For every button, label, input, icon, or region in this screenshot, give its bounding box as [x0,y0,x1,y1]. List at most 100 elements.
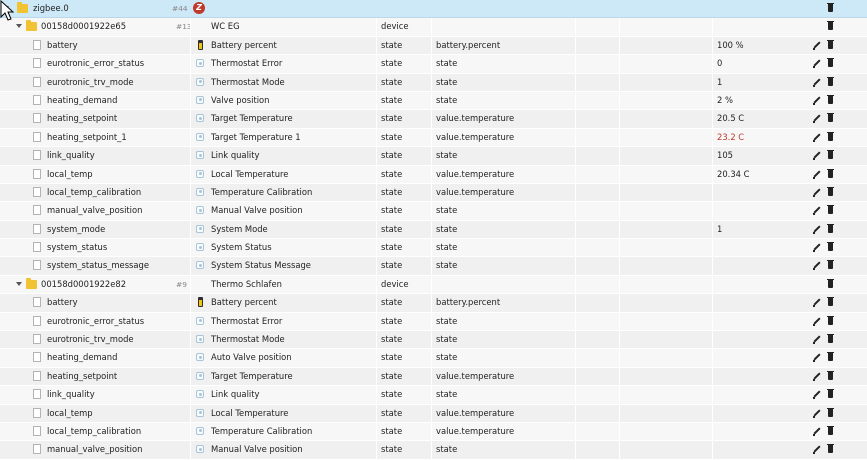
edit-icon[interactable] [812,133,822,143]
delete-icon[interactable] [827,150,834,160]
device-row[interactable]: 00158d0001922e65 #13 WC EG device [0,18,867,37]
delete-icon[interactable] [827,113,834,123]
state-role: state [431,386,575,404]
state-value[interactable]: 20.5 C [712,110,805,128]
delete-icon[interactable] [827,278,834,288]
edit-icon[interactable] [812,96,822,106]
edit-icon[interactable] [812,188,822,198]
edit-icon[interactable] [812,335,822,345]
state-row[interactable]: link_quality Link quality state state 105 [0,147,867,166]
edit-icon[interactable] [812,353,822,363]
edit-icon[interactable] [812,206,822,216]
delete-icon[interactable] [827,260,834,270]
state-value[interactable]: 100 % [712,36,805,55]
state-value[interactable]: 2 % [712,91,805,110]
state-row[interactable]: manual_valve_position Manual Valve positi… [0,202,867,221]
delete-icon[interactable] [827,407,834,417]
state-value[interactable]: 23.2 C [712,128,805,147]
state-row[interactable]: manual_valve_position Manual Valve positi… [0,441,867,460]
state-value[interactable] [712,183,805,202]
state-value[interactable] [712,331,805,349]
delete-icon[interactable] [827,352,834,362]
state-row[interactable]: link_quality Link quality state state [0,386,867,405]
delete-icon[interactable] [827,425,834,435]
state-row[interactable]: heating_setpoint Target Temperature state v… [0,367,867,387]
state-row[interactable]: heating_setpoint_1 Target Temperature 1 st… [0,128,867,148]
collapse-toggle-icon[interactable] [16,24,22,29]
edit-icon[interactable] [812,372,822,382]
state-type: state [376,367,431,386]
state-value[interactable]: 20.34 C [712,165,805,183]
edit-icon[interactable] [812,445,822,455]
edit-icon[interactable] [812,225,822,235]
delete-icon[interactable] [827,315,834,325]
state-value[interactable]: 105 [712,147,805,165]
state-value[interactable] [712,422,805,441]
state-value[interactable] [712,367,805,386]
state-row[interactable]: local_temp Local Temperature state value.te… [0,165,867,184]
state-row[interactable]: local_temp_calibration Temperature Calibr… [0,422,867,442]
edit-icon[interactable] [812,114,822,124]
state-value[interactable] [712,239,805,257]
state-row[interactable]: local_temp_calibration Temperature Calibr… [0,183,867,203]
delete-icon[interactable] [827,297,834,307]
delete-icon[interactable] [827,223,834,233]
delete-icon[interactable] [827,168,834,178]
state-name-cell: heating_demand [0,349,190,366]
edit-icon[interactable] [812,170,822,180]
edit-icon[interactable] [812,78,822,88]
state-row[interactable]: heating_demand Auto Valve position state st… [0,349,867,368]
state-row[interactable]: eurotronic_error_status Thermostat Error s… [0,312,867,332]
state-value[interactable] [712,202,805,220]
state-value[interactable] [712,404,805,422]
edit-icon[interactable] [812,243,822,253]
delete-icon[interactable] [827,444,834,454]
edit-icon[interactable] [812,317,822,327]
delete-icon[interactable] [827,39,834,49]
delete-icon[interactable] [827,389,834,399]
state-row[interactable]: system_mode System Mode state state 1 [0,220,867,240]
edit-icon[interactable] [812,390,822,400]
state-row[interactable]: eurotronic_error_status Thermostat Error s… [0,55,867,74]
state-value[interactable]: 1 [712,73,805,91]
state-row[interactable]: system_status System Status state state [0,239,867,258]
state-name-cell: eurotronic_error_status [0,55,190,72]
delete-icon[interactable] [827,131,834,141]
delete-icon[interactable] [827,21,834,31]
edit-icon[interactable] [812,298,822,308]
state-row[interactable]: battery Battery percent state battery.perce… [0,36,867,56]
delete-icon[interactable] [827,3,834,12]
delete-icon[interactable] [827,370,834,380]
edit-icon[interactable] [812,409,822,419]
state-value[interactable]: 0 [712,55,805,73]
edit-icon[interactable] [812,151,822,161]
collapse-toggle-icon[interactable] [16,281,22,286]
edit-icon[interactable] [812,427,822,437]
delete-icon[interactable] [827,76,834,86]
delete-icon[interactable] [827,205,834,215]
root-row-zigbee[interactable]: zigbee.0 #44 Z [0,0,867,19]
state-value[interactable] [712,386,805,404]
state-row[interactable]: battery Battery percent state battery.perce… [0,294,867,313]
state-value[interactable] [712,294,805,312]
state-row[interactable]: local_temp Local Temperature state value.te… [0,404,867,423]
delete-icon[interactable] [827,186,834,196]
edit-icon[interactable] [812,41,822,51]
edit-icon[interactable] [812,261,822,271]
delete-icon[interactable] [827,94,834,104]
state-value[interactable] [712,312,805,331]
state-row[interactable]: system_status_message System Status Messa… [0,257,867,276]
delete-icon[interactable] [827,334,834,344]
state-row[interactable]: eurotronic_trv_mode Thermostat Mode state s… [0,73,867,92]
state-value[interactable] [712,349,805,367]
state-value[interactable]: 1 [712,220,805,239]
edit-icon[interactable] [812,59,822,69]
state-value[interactable] [712,441,805,459]
device-row[interactable]: 00158d0001922e82 #9 Thermo Schlafen device [0,275,867,295]
state-row[interactable]: heating_setpoint Target Temperature state v… [0,110,867,129]
delete-icon[interactable] [827,242,834,252]
state-row[interactable]: heating_demand Valve position state state 2 … [0,91,867,111]
state-value[interactable] [712,257,805,275]
delete-icon[interactable] [827,58,834,68]
state-row[interactable]: eurotronic_trv_mode Thermostat Mode state s… [0,331,867,350]
